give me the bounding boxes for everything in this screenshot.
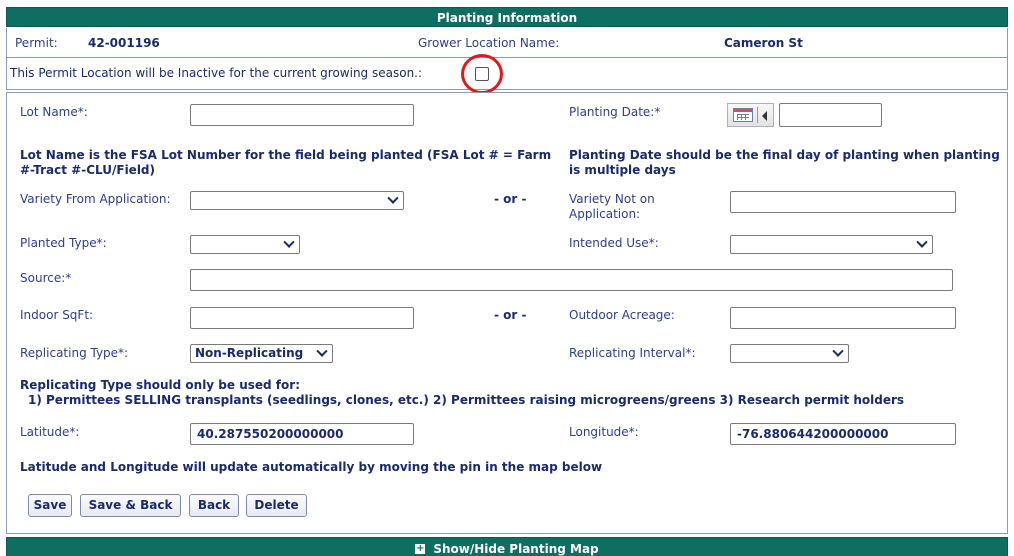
- variety-not-on-application-label: Variety Not on Application:: [569, 192, 655, 221]
- latitude-input[interactable]: 40.287550200000000: [190, 423, 414, 445]
- show-hide-map-toggle[interactable]: + Show/Hide Planting Map: [6, 537, 1008, 556]
- or-separator: - or -: [494, 308, 527, 322]
- lot-name-note: Lot Name is the FSA Lot Number for the f…: [20, 148, 552, 177]
- replicating-interval-label: Replicating Interval*:: [569, 346, 696, 360]
- lot-name-label: Lot Name*:: [20, 105, 88, 119]
- replicating-note-details: 1) Permittees SELLING transplants (seedl…: [28, 393, 905, 407]
- intended-use-select[interactable]: [730, 235, 933, 254]
- highlight-circle: [461, 54, 503, 94]
- permit-row: Permit: 42-001196 Grower Location Name: …: [6, 28, 1008, 58]
- planting-date-note: Planting Date should be the final day of…: [569, 148, 1000, 177]
- planting-date-input[interactable]: [779, 103, 882, 127]
- lot-name-input[interactable]: [190, 104, 414, 126]
- source-input[interactable]: [190, 269, 953, 291]
- replicating-note-heading: Replicating Type should only be used for…: [20, 378, 300, 392]
- or-separator: - or -: [494, 192, 527, 206]
- longitude-input[interactable]: -76.880644200000000: [730, 423, 956, 445]
- longitude-label: Longitude*:: [569, 425, 639, 439]
- chevron-down-icon: [316, 345, 328, 357]
- variety-from-application-label: Variety From Application:: [20, 192, 171, 206]
- grower-location-label: Grower Location Name:: [418, 36, 560, 50]
- save-button[interactable]: Save: [28, 494, 72, 517]
- chevron-down-icon: [832, 345, 844, 357]
- intended-use-label: Intended Use*:: [569, 236, 659, 250]
- arrow-left-icon: [762, 111, 767, 121]
- latitude-label: Latitude*:: [20, 425, 80, 439]
- chevron-down-icon: [916, 236, 928, 248]
- latlong-note: Latitude and Longitude will update autom…: [20, 460, 603, 474]
- delete-button[interactable]: Delete: [246, 494, 307, 517]
- replicating-interval-select[interactable]: [730, 344, 849, 363]
- plus-icon: +: [415, 542, 426, 554]
- replicating-type-label: Replicating Type*:: [20, 346, 129, 360]
- replicating-type-value: Non-Replicating: [195, 346, 304, 360]
- save-and-back-button[interactable]: Save & Back: [80, 494, 181, 517]
- planted-type-select[interactable]: [190, 235, 300, 254]
- calendar-button[interactable]: [727, 103, 774, 127]
- calendar-separator: [757, 107, 758, 123]
- variety-not-on-application-input[interactable]: [730, 191, 956, 213]
- show-hide-map-label: Show/Hide Planting Map: [433, 542, 599, 556]
- source-label: Source:*: [20, 271, 72, 285]
- chevron-down-icon: [387, 192, 399, 204]
- permit-label: Permit:: [15, 36, 58, 50]
- planting-information-header: Planting Information: [6, 7, 1008, 27]
- outdoor-acreage-input[interactable]: [730, 307, 956, 329]
- indoor-sqft-label: Indoor SqFt:: [20, 308, 94, 322]
- chevron-down-icon: [283, 236, 295, 248]
- indoor-sqft-input[interactable]: [190, 307, 414, 329]
- inactive-row: This Permit Location will be Inactive fo…: [6, 58, 1008, 90]
- grower-location-value: Cameron St: [724, 36, 803, 50]
- calendar-icon: [733, 108, 753, 122]
- inactive-label: This Permit Location will be Inactive fo…: [10, 66, 423, 80]
- outdoor-acreage-label: Outdoor Acreage:: [569, 308, 675, 322]
- planting-date-label: Planting Date:*: [569, 105, 661, 119]
- back-button[interactable]: Back: [189, 494, 239, 517]
- replicating-type-select[interactable]: Non-Replicating: [190, 344, 333, 363]
- planted-type-label: Planted Type*:: [20, 236, 107, 250]
- variety-from-application-select[interactable]: [190, 191, 404, 210]
- permit-value: 42-001196: [88, 36, 160, 50]
